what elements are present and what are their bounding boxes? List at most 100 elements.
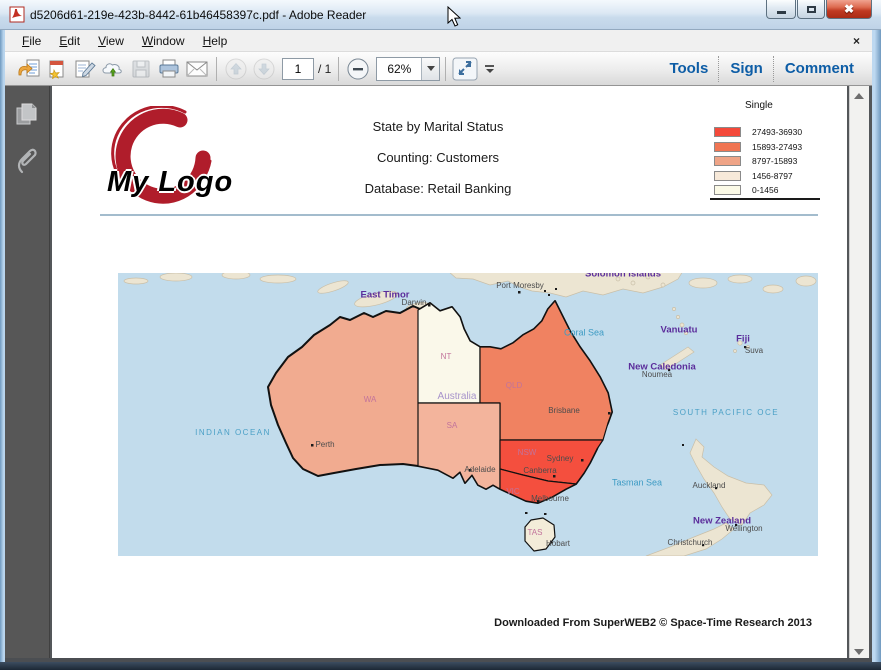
toolbar-dotted-separator xyxy=(773,56,775,82)
map-label-adelaide: Adelaide xyxy=(464,466,495,474)
header-divider xyxy=(100,214,818,216)
legend-swatch xyxy=(714,185,741,195)
window-border-bottom xyxy=(0,662,881,670)
legend-row: 15893-27493 xyxy=(714,141,802,153)
page-total-label: / 1 xyxy=(318,62,331,76)
sign-document-icon xyxy=(73,59,97,79)
scroll-up-icon[interactable] xyxy=(854,93,864,99)
sign-document-button[interactable] xyxy=(71,56,99,82)
open-file-icon xyxy=(17,59,41,79)
maximize-button[interactable] xyxy=(797,0,825,19)
pdf-page: My Logo State by Marital Status Counting… xyxy=(52,86,847,658)
map-label-perth: Perth xyxy=(315,441,334,449)
report-counting: Counting: Customers xyxy=(188,150,688,165)
save-icon xyxy=(131,59,151,79)
map-label-qld: QLD xyxy=(506,382,522,390)
create-pdf-icon xyxy=(46,59,68,79)
legend-row: 8797-15893 xyxy=(714,155,797,167)
map-label-nt: NT xyxy=(441,353,452,361)
open-file-button[interactable] xyxy=(15,56,43,82)
legend-range-label: 27493-36930 xyxy=(752,127,802,137)
menu-file[interactable]: File xyxy=(13,31,50,51)
page-thumbnails-icon[interactable] xyxy=(13,102,41,132)
map-label-sa: SA xyxy=(447,422,458,430)
map-label-wa: WA xyxy=(364,396,377,404)
map-label-nsw: NSW xyxy=(518,449,537,457)
chevron-down-icon xyxy=(427,66,435,71)
menu-help[interactable]: Help xyxy=(194,31,237,51)
document-area: My Logo State by Marital Status Counting… xyxy=(5,86,872,662)
previous-page-button[interactable] xyxy=(222,56,250,82)
map-label-solomon-islands: Solomon Islands xyxy=(585,273,661,279)
menu-edit[interactable]: Edit xyxy=(50,31,89,51)
menu-view[interactable]: View xyxy=(89,31,133,51)
window-title: d5206d61-219e-423b-8442-61b46458397c.pdf… xyxy=(30,8,366,22)
toolbar-menu-button[interactable] xyxy=(485,65,494,73)
map-label-south-pacific-oce: SOUTH PACIFIC OCE xyxy=(673,409,779,417)
page-up-icon xyxy=(225,58,247,80)
print-button[interactable] xyxy=(155,56,183,82)
menu-window[interactable]: Window xyxy=(133,31,194,51)
report-database: Database: Retail Banking xyxy=(188,181,688,196)
map-label-brisbane: Brisbane xyxy=(548,407,580,415)
menu-items: FileEditViewWindowHelp xyxy=(5,31,236,51)
australia-choropleth-map: Solomon IslandsEast TimorPort MoresbyDar… xyxy=(118,273,818,556)
next-page-button[interactable] xyxy=(250,56,278,82)
maximize-icon xyxy=(807,6,816,13)
minimize-button[interactable] xyxy=(766,0,796,19)
legend-row: 27493-36930 xyxy=(714,126,802,138)
create-pdf-button[interactable] xyxy=(43,56,71,82)
zoom-level-value[interactable]: 62% xyxy=(377,62,421,76)
sign-panel-button[interactable]: Sign xyxy=(730,60,763,77)
map-label-hobart: Hobart xyxy=(546,540,570,548)
menu-bar-icon xyxy=(485,65,494,67)
zoom-dropdown-button[interactable] xyxy=(421,58,439,80)
attachments-paperclip-icon[interactable] xyxy=(13,144,41,174)
map-label-australia: Australia xyxy=(438,392,477,402)
map-label-tasman-sea: Tasman Sea xyxy=(612,479,662,488)
legend-swatch xyxy=(714,142,741,152)
save-button[interactable] xyxy=(127,56,155,82)
map-label-sydney: Sydney xyxy=(547,455,574,463)
legend-swatch xyxy=(714,171,741,181)
fit-window-icon xyxy=(452,57,478,81)
map-label-melbourne: Melbourne xyxy=(531,495,569,503)
close-icon: ✖ xyxy=(844,2,854,16)
page-down-icon xyxy=(253,58,275,80)
menu-bar: FileEditViewWindowHelp × xyxy=(5,30,872,52)
zoom-out-icon xyxy=(347,58,369,80)
map-label-vanuatu: Vanuatu xyxy=(661,325,698,335)
comment-panel-button[interactable]: Comment xyxy=(785,60,854,77)
map-label-vic: VIC xyxy=(506,488,519,496)
page-number-input[interactable] xyxy=(282,58,314,80)
minimize-icon xyxy=(777,11,786,14)
fit-window-button[interactable] xyxy=(451,56,479,82)
map-label-darwin: Darwin xyxy=(402,299,427,307)
map-label-coral-sea: Coral Sea xyxy=(564,329,604,338)
send-cloud-button[interactable] xyxy=(99,56,127,82)
legend-swatch xyxy=(714,127,741,137)
zoom-out-button[interactable] xyxy=(344,56,372,82)
scroll-down-icon[interactable] xyxy=(854,649,864,655)
map-label-tas: TAS xyxy=(528,529,543,537)
map-label-wellington: Wellington xyxy=(725,525,762,533)
navigation-sidebar xyxy=(5,86,50,662)
legend-range-label: 1456-8797 xyxy=(752,171,793,181)
legend-range-label: 0-1456 xyxy=(752,185,778,195)
send-cloud-icon xyxy=(101,59,125,79)
adobe-pdf-icon xyxy=(9,6,26,23)
close-document-icon[interactable]: × xyxy=(853,34,860,48)
tools-panel-button[interactable]: Tools xyxy=(669,60,708,77)
map-label-fiji: Fiji xyxy=(736,334,750,344)
email-button[interactable] xyxy=(183,56,211,82)
toolbar-separator xyxy=(445,57,446,81)
legend-underline xyxy=(710,198,820,200)
footer-note: Downloaded From SuperWEB2 © Space-Time R… xyxy=(350,617,812,629)
legend-row: 0-1456 xyxy=(714,184,778,196)
map-label-suva: Suva xyxy=(745,347,763,355)
vertical-scrollbar[interactable] xyxy=(849,86,869,662)
map-label-canberra: Canberra xyxy=(523,467,556,475)
title-bar: d5206d61-219e-423b-8442-61b46458397c.pdf… xyxy=(0,0,881,30)
close-button[interactable]: ✖ xyxy=(826,0,872,19)
toolbar-separator xyxy=(216,57,217,81)
